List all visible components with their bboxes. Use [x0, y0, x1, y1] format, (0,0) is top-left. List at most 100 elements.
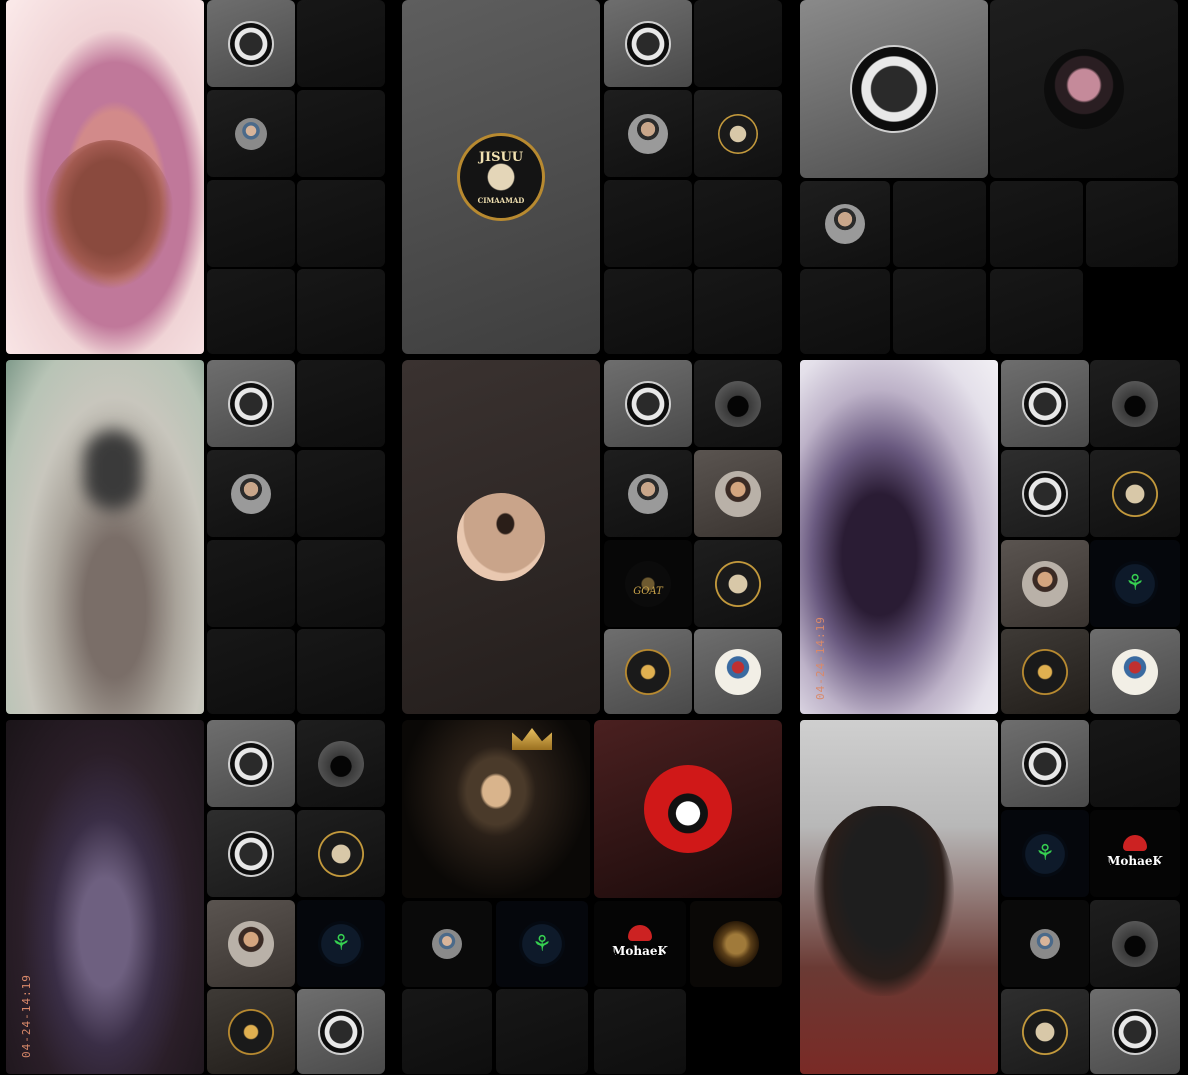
- participant-tile[interactable]: ⚘: [297, 900, 385, 987]
- participant-tile[interactable]: [694, 360, 782, 447]
- participant-tile-empty[interactable]: [297, 269, 385, 354]
- participant-tile[interactable]: [1001, 360, 1089, 447]
- circular-logo-icon: [228, 740, 274, 787]
- participant-tile[interactable]: [207, 720, 295, 807]
- participant-video-blurred-man[interactable]: [6, 360, 204, 714]
- participant-tile-empty[interactable]: [297, 0, 385, 87]
- participant-tile-empty[interactable]: [496, 989, 588, 1074]
- participant-tile[interactable]: [1001, 989, 1089, 1074]
- avatar: [1112, 470, 1158, 517]
- participant-tile-empty[interactable]: [1090, 720, 1180, 807]
- bamboo-icon: ⚘: [318, 920, 364, 967]
- participant-tile[interactable]: [207, 900, 295, 987]
- participant-tile[interactable]: [402, 901, 492, 987]
- participant-tile-empty[interactable]: [694, 269, 782, 354]
- participant-tile[interactable]: [604, 629, 692, 714]
- call-panel-7: 04-24-14:19 ⚘: [0, 720, 396, 1075]
- avatar: [1112, 380, 1158, 427]
- participant-video-woman-hijab[interactable]: [6, 0, 204, 354]
- participant-tile[interactable]: [1001, 720, 1089, 807]
- participant-tile[interactable]: MohaeK: [1090, 810, 1180, 897]
- participant-tile-empty[interactable]: [1086, 181, 1178, 267]
- participant-tile-empty[interactable]: [990, 269, 1083, 354]
- participant-tile[interactable]: [207, 90, 295, 177]
- participant-tile[interactable]: [694, 629, 782, 714]
- avatar: [318, 740, 364, 787]
- participant-tile[interactable]: [1001, 900, 1089, 987]
- participant-tile[interactable]: MohaeK: [594, 901, 686, 987]
- participant-spotlight-tile[interactable]: [402, 360, 600, 714]
- participant-tile-empty[interactable]: [297, 540, 385, 627]
- participant-tile-empty[interactable]: [893, 269, 986, 354]
- participant-tile-empty[interactable]: [207, 269, 295, 354]
- participant-tile-empty[interactable]: [207, 180, 295, 267]
- participant-tile[interactable]: [604, 0, 692, 87]
- participant-tile-empty[interactable]: [893, 181, 986, 267]
- participant-tile[interactable]: [1090, 989, 1180, 1074]
- participant-tile[interactable]: ⚘: [1090, 540, 1180, 627]
- participant-tile-empty[interactable]: [604, 269, 692, 354]
- participant-tile-large[interactable]: [594, 720, 782, 898]
- participant-tile[interactable]: [1001, 629, 1089, 714]
- participant-tile[interactable]: [297, 720, 385, 807]
- participant-tile[interactable]: GOAT: [604, 540, 692, 627]
- avatar: [628, 113, 668, 154]
- participant-tile[interactable]: [207, 450, 295, 537]
- participant-tile[interactable]: [1090, 360, 1180, 447]
- avatar: [318, 830, 364, 877]
- logo-subtitle: CIMAAMAD: [477, 196, 525, 205]
- participant-video-man-dark-face[interactable]: [800, 720, 998, 1074]
- bamboo-icon: ⚘: [1022, 830, 1068, 877]
- participant-tile[interactable]: [800, 181, 890, 267]
- crown-icon: [512, 728, 552, 750]
- call-panel-9: ⚘ MohaeK: [796, 720, 1188, 1075]
- participant-tile-empty[interactable]: [297, 180, 385, 267]
- participant-tile[interactable]: [604, 90, 692, 177]
- participant-tile[interactable]: [297, 810, 385, 897]
- participant-tile[interactable]: [1090, 629, 1180, 714]
- participant-tile[interactable]: [1001, 450, 1089, 537]
- participant-tile[interactable]: [604, 450, 692, 537]
- participant-tile-empty[interactable]: [402, 989, 492, 1074]
- participant-tile-large[interactable]: [990, 0, 1178, 178]
- participant-tile-empty[interactable]: [297, 360, 385, 447]
- participant-tile[interactable]: [694, 90, 782, 177]
- participant-tile-empty[interactable]: [604, 180, 692, 267]
- participant-tile[interactable]: [694, 540, 782, 627]
- avatar: [644, 765, 732, 853]
- participant-tile[interactable]: [207, 810, 295, 897]
- participant-tile[interactable]: [1090, 900, 1180, 987]
- participant-tile-empty[interactable]: [297, 90, 385, 177]
- participant-tile[interactable]: [207, 989, 295, 1074]
- participant-tile-large[interactable]: [402, 720, 590, 898]
- participant-tile[interactable]: ⚘: [496, 901, 588, 987]
- participant-tile[interactable]: ⚘: [1001, 810, 1089, 897]
- participant-tile[interactable]: [690, 901, 782, 987]
- circular-logo-icon: [850, 45, 938, 133]
- participant-tile[interactable]: [207, 0, 295, 87]
- participant-tile-empty[interactable]: [594, 989, 686, 1074]
- participant-spotlight-tile[interactable]: JISUU CIMAAMAD: [402, 0, 600, 354]
- participant-tile[interactable]: [207, 360, 295, 447]
- participant-tile[interactable]: [297, 989, 385, 1074]
- participant-tile-empty[interactable]: [694, 0, 782, 87]
- participant-tile[interactable]: [604, 360, 692, 447]
- avatar: [825, 204, 865, 244]
- participant-tile-empty[interactable]: [207, 540, 295, 627]
- participant-tile-large[interactable]: [800, 0, 988, 178]
- participant-tile[interactable]: [1001, 540, 1089, 627]
- participant-tile[interactable]: [1090, 450, 1180, 537]
- goat-label: GOAT: [633, 586, 663, 597]
- participant-tile-empty[interactable]: [297, 450, 385, 537]
- participant-tile-empty[interactable]: [297, 629, 385, 714]
- circular-logo-icon: [228, 830, 274, 877]
- participant-tile-empty[interactable]: [207, 629, 295, 714]
- participant-tile-empty[interactable]: [694, 180, 782, 267]
- participant-video-blurred[interactable]: 04-24-14:19: [800, 360, 998, 714]
- avatar: [1022, 1008, 1068, 1055]
- participant-tile-empty[interactable]: [990, 181, 1083, 267]
- participant-video-dark[interactable]: 04-24-14:19: [6, 720, 204, 1074]
- participant-silhouette: [84, 430, 142, 510]
- participant-tile[interactable]: [694, 450, 782, 537]
- participant-tile-empty[interactable]: [800, 269, 890, 354]
